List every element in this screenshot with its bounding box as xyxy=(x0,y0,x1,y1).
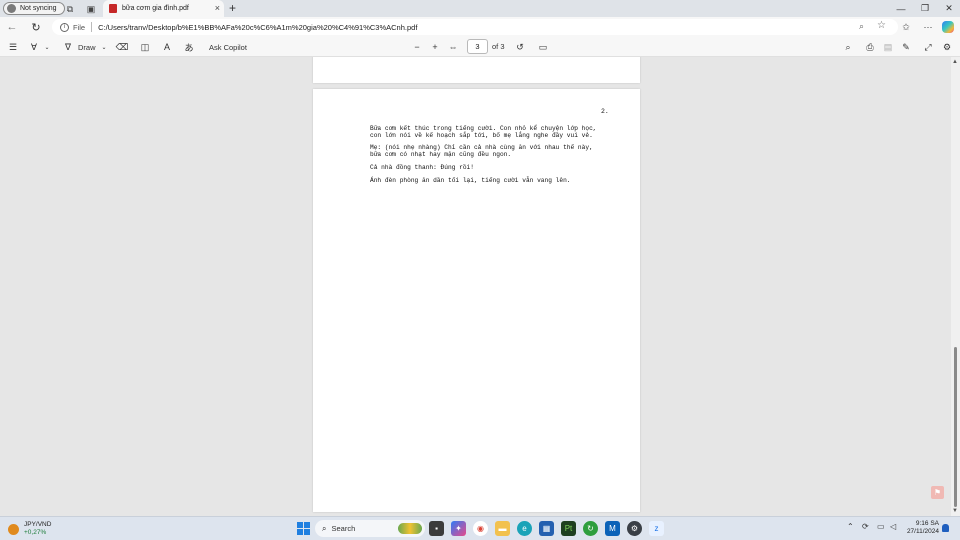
url-text[interactable]: C:/Users/tranv/Desktop/b%E1%BB%AFa%20c%C… xyxy=(98,23,417,32)
file-explorer-icon[interactable]: ▬ xyxy=(495,521,510,536)
search-highlight-icon xyxy=(398,523,422,534)
chrome-icon[interactable]: ◉ xyxy=(473,521,488,536)
search-label: Search xyxy=(331,524,356,533)
search-icon: ⌕ xyxy=(322,523,327,533)
eraser-icon[interactable]: ⌫ xyxy=(116,40,129,54)
pdf-reader-icon[interactable]: ⚑ xyxy=(931,486,944,499)
sync-icon[interactable]: ⟳ xyxy=(862,522,869,531)
paragraph: Ánh đèn phòng ăn dần tối lại, tiếng cười… xyxy=(370,177,571,184)
minimize-icon[interactable]: — xyxy=(889,0,913,17)
ask-copilot-button[interactable]: Ask Copilot xyxy=(209,40,247,54)
paragraph: Mẹ: (nói nhẹ nhàng) Chỉ cần cả nhà cùng … xyxy=(370,144,593,158)
scrollbar-thumb[interactable] xyxy=(954,347,957,507)
paragraph: Bữa cơm kết thúc trong tiếng cười. Con n… xyxy=(370,125,597,139)
edge-icon[interactable]: e xyxy=(517,521,532,536)
scroll-down-icon[interactable]: ▼ xyxy=(952,508,958,514)
document-viewer[interactable]: 2. Bữa cơm kết thúc trong tiếng cười. Co… xyxy=(0,57,951,516)
workspaces-icon[interactable]: ⧉ xyxy=(62,1,78,17)
zoom-in-icon[interactable]: + xyxy=(429,40,441,54)
taskbar: JPY/VND +0,27% ⌕ Search ▪ ✦ ◉ ▬ e ▦ Pt ↻… xyxy=(0,516,960,540)
start-windows-icon[interactable] xyxy=(297,522,310,535)
translate-icon[interactable]: あ xyxy=(183,40,195,54)
copilot-icon[interactable] xyxy=(942,21,954,33)
favorites-icon[interactable]: ✩ xyxy=(898,19,914,35)
clock-time: 9:16 SA xyxy=(915,520,939,527)
fit-page-icon[interactable]: ⇔ xyxy=(447,40,459,54)
draw-chevron-down-icon[interactable]: ⌄ xyxy=(100,40,108,54)
save-icon[interactable]: ▤ xyxy=(882,40,894,54)
vertical-scrollbar[interactable]: ▲ ▼ xyxy=(951,57,960,516)
task-view-icon[interactable]: ▪ xyxy=(429,521,444,536)
notification-bell-icon[interactable] xyxy=(942,524,949,532)
word-app-icon[interactable]: M xyxy=(605,521,620,536)
tray-overflow-icon[interactable]: ⌃ xyxy=(847,522,854,531)
market-icon xyxy=(8,523,19,535)
paragraph: Cả nhà đồng thanh: Đúng rồi! xyxy=(370,164,474,171)
info-icon[interactable]: i xyxy=(60,22,69,32)
page-view-icon[interactable]: ▭ xyxy=(537,40,549,54)
clock[interactable]: 9:16 SA 27/11/2024 xyxy=(905,520,939,536)
contents-icon[interactable]: ☰ xyxy=(6,40,20,54)
scroll-up-icon[interactable]: ▲ xyxy=(952,59,958,65)
rotate-icon[interactable]: ↺ xyxy=(514,40,526,54)
maximize-icon[interactable]: ❐ xyxy=(913,0,937,17)
page-number-label: 2. xyxy=(601,108,609,115)
tab-close-icon[interactable]: × xyxy=(215,3,220,13)
zoom-out-icon[interactable]: − xyxy=(411,40,423,54)
settings-gear-icon[interactable]: ⚙ xyxy=(941,40,953,54)
pdf-file-icon xyxy=(109,4,117,13)
settings-app-icon[interactable]: ⚙ xyxy=(627,521,642,536)
previous-page xyxy=(313,57,640,83)
print-icon[interactable]: ⎙ xyxy=(864,40,876,54)
window-close-icon[interactable]: ✕ xyxy=(937,0,960,17)
favorite-star-icon[interactable]: ☆ xyxy=(877,20,886,31)
highlight-icon[interactable]: ∀ xyxy=(28,40,40,54)
zoom-icon[interactable]: ⌕ xyxy=(859,21,864,32)
view-panel-icon[interactable]: ◫ xyxy=(139,40,151,54)
address-divider xyxy=(91,22,93,32)
outlook-icon[interactable]: ▦ xyxy=(539,521,554,536)
market-symbol: JPY/VND xyxy=(24,521,52,528)
draw-label[interactable]: Draw xyxy=(78,40,96,54)
volume-icon[interactable]: ◁ xyxy=(890,522,896,531)
search-icon[interactable]: ⌕ xyxy=(842,40,854,54)
tab-title: bữa cơm gia đình.pdf xyxy=(122,5,189,12)
profile-label: Not syncing xyxy=(20,5,57,12)
scheme-label: File xyxy=(73,22,86,32)
tab-actions-icon[interactable]: ▣ xyxy=(83,1,99,17)
avatar xyxy=(7,4,16,13)
widgets-button[interactable]: JPY/VND +0,27% xyxy=(8,521,51,537)
clock-date: 27/11/2024 xyxy=(906,528,939,535)
taskbar-search[interactable]: ⌕ Search xyxy=(315,520,425,537)
back-icon[interactable]: ← xyxy=(4,19,20,35)
draw-pen-icon[interactable]: ∇ xyxy=(62,40,74,54)
highlight-chevron-down-icon[interactable]: ⌄ xyxy=(43,40,51,54)
green-app-icon[interactable]: ↻ xyxy=(583,521,598,536)
page-total-label: of 3 xyxy=(492,42,505,51)
refresh-icon[interactable]: ↻ xyxy=(28,19,44,35)
address-bar-row: ← ↻ i File C:/Users/tranv/Desktop/b%E1%B… xyxy=(0,17,960,37)
new-tab-button[interactable]: + xyxy=(229,1,236,15)
page-number-input[interactable]: 3 xyxy=(467,39,488,54)
zalo-app-icon[interactable]: z xyxy=(649,521,664,536)
fullscreen-icon[interactable]: ⤢ xyxy=(922,40,934,54)
network-icon[interactable]: ▭ xyxy=(877,522,885,531)
pt-app-icon[interactable]: Pt xyxy=(561,521,576,536)
address-bar[interactable]: i File C:/Users/tranv/Desktop/b%E1%BB%AF… xyxy=(52,19,898,35)
market-change: +0,27% xyxy=(24,529,47,536)
profile-button[interactable]: Not syncing xyxy=(3,2,65,15)
copilot-app-icon[interactable]: ✦ xyxy=(451,521,466,536)
read-aloud-icon[interactable]: A xyxy=(161,40,173,54)
more-menu-icon[interactable]: ⋯ xyxy=(920,19,936,35)
tab-active-pdf[interactable]: bữa cơm gia đình.pdf × xyxy=(103,0,224,17)
save-as-icon[interactable]: ✎ xyxy=(900,40,912,54)
current-page: 2. Bữa cơm kết thúc trong tiếng cười. Co… xyxy=(313,89,640,512)
